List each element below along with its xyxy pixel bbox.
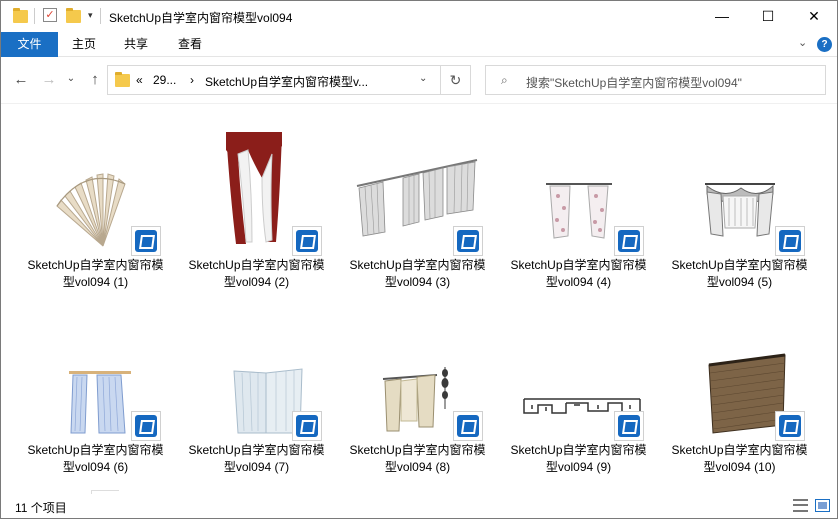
file-name: SketchUp自学室内窗帘模 型vol094 (10) [671, 443, 808, 474]
file-item[interactable]: SketchUp自学室内窗帘模 型vol094 (7) [176, 309, 337, 479]
tab-file[interactable]: 文件 [1, 32, 58, 57]
file-item[interactable]: SketchUp自学室内窗帘模 型vol094 (9) [498, 309, 659, 479]
sketchup-badge-icon [775, 411, 805, 441]
tab-view[interactable]: 查看 [169, 32, 211, 57]
sketchup-badge-icon [453, 226, 483, 256]
item-count: 11 个项目 [15, 501, 67, 515]
status-bar: 11 个项目 [1, 494, 837, 518]
tab-home[interactable]: 主页 [63, 32, 105, 57]
forward-button[interactable]: → [40, 71, 58, 88]
file-item[interactable]: SketchUp自学室内窗帘模 型vol094 (1) [15, 124, 176, 294]
details-view-icon[interactable] [793, 499, 808, 512]
address-dropdown-icon[interactable]: ⌄ [419, 73, 427, 84]
tab-share[interactable]: 共享 [115, 32, 157, 57]
close-button[interactable]: ✕ [791, 1, 837, 32]
refresh-button[interactable]: ↻ [441, 65, 471, 95]
ribbon-collapse-icon[interactable]: ⌄ [798, 36, 807, 49]
title-bar: ✓ ▾ SketchUp自学室内窗帘模型vol094 — ☐ ✕ [1, 1, 837, 32]
folder-icon [115, 72, 130, 87]
back-button[interactable]: ← [12, 71, 30, 88]
explorer-window: ✓ ▾ SketchUp自学室内窗帘模型vol094 — ☐ ✕ 文件 主页 共… [0, 0, 838, 519]
file-item[interactable]: SketchUp自学室内窗帘模 型vol094 (4) [498, 124, 659, 294]
file-item[interactable]: SketchUp自学室内窗帘模 型vol094 (3) [337, 124, 498, 294]
breadcrumb-chevron-icon[interactable]: › [190, 73, 194, 87]
file-name: SketchUp自学室内窗帘模 型vol094 (6) [27, 443, 164, 474]
file-item[interactable]: SketchUp自学室内窗帘模 型vol094 (5) [659, 124, 820, 294]
file-name: SketchUp自学室内窗帘模 型vol094 (7) [188, 443, 325, 474]
file-item[interactable]: SketchUp自学室内窗帘模 型vol094 (10) [659, 309, 820, 479]
sketchup-badge-icon [292, 226, 322, 256]
separator [100, 8, 101, 24]
file-item[interactable]: SketchUp自学室内窗帘模 型vol094 (8) [337, 309, 498, 479]
file-list: SketchUp自学室内窗帘模 型vol094 (1) SketchUp自学室内窗… [1, 103, 837, 494]
recent-locations-dropdown[interactable]: ⌄ [62, 73, 80, 84]
file-name: SketchUp自学室内窗帘模 型vol094 (9) [510, 443, 647, 474]
sketchup-badge-icon [131, 411, 161, 441]
maximize-button[interactable]: ☐ [745, 1, 791, 32]
file-item[interactable]: SketchUp自学室内窗帘模 型vol094 (2) [176, 124, 337, 294]
minimize-button[interactable]: — [699, 1, 745, 32]
file-name: SketchUp自学室内窗帘模 型vol094 (5) [671, 258, 808, 289]
quick-access-dropdown-icon[interactable]: ▾ [88, 10, 93, 21]
file-name: SketchUp自学室内窗帘模 型vol094 (1) [27, 258, 164, 289]
file-name: SketchUp自学室内窗帘模 型vol094 (8) [349, 443, 486, 474]
ribbon-tabs: 文件 主页 共享 查看 ⌄ ? [1, 32, 837, 57]
search-box[interactable]: ⌕ 搜索"SketchUp自学室内窗帘模型vol094" [485, 65, 826, 95]
file-item[interactable]: SketchUp自学室内窗帘模 型vol094 (6) [15, 309, 176, 479]
breadcrumb-item-29[interactable]: 29... [153, 73, 176, 87]
sketchup-badge-icon [614, 226, 644, 256]
breadcrumb-item-current[interactable]: SketchUp自学室内窗帘模型v... [205, 73, 368, 90]
breadcrumb-overflow[interactable]: « [136, 73, 143, 87]
up-button[interactable]: ↑ [86, 71, 104, 88]
file-name: SketchUp自学室内窗帘模 型vol094 (2) [188, 258, 325, 289]
help-icon[interactable]: ? [817, 37, 832, 52]
window-title: SketchUp自学室内窗帘模型vol094 [109, 11, 293, 25]
sketchup-badge-icon [775, 226, 805, 256]
sketchup-badge-icon [292, 411, 322, 441]
sketchup-badge-icon [131, 226, 161, 256]
separator [34, 8, 35, 24]
sketchup-badge-icon [453, 411, 483, 441]
search-icon: ⌕ [501, 73, 508, 87]
file-name: SketchUp自学室内窗帘模 型vol094 (3) [349, 258, 486, 289]
address-bar[interactable]: « 29... › SketchUp自学室内窗帘模型v... ⌄ [107, 65, 441, 95]
navigation-bar: ← → ⌄ ↑ « 29... › SketchUp自学室内窗帘模型v... ⌄… [1, 57, 837, 103]
search-input[interactable]: 搜索"SketchUp自学室内窗帘模型vol094" [526, 74, 742, 91]
large-icons-view-icon[interactable] [815, 499, 830, 512]
sketchup-badge-icon [614, 411, 644, 441]
file-name: SketchUp自学室内窗帘模 型vol094 (4) [510, 258, 647, 289]
